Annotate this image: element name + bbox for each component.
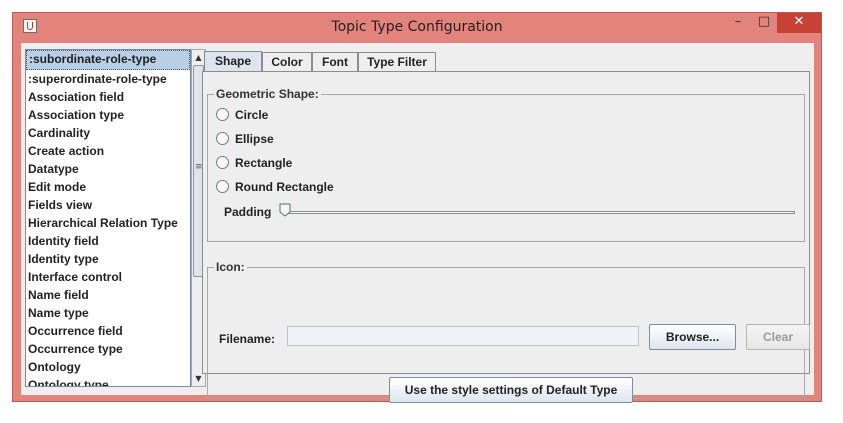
padding-slider-thumb[interactable] (279, 203, 291, 217)
radio-button-icon[interactable] (216, 108, 229, 122)
list-item[interactable]: Hierarchical Relation Type (26, 214, 190, 232)
list-item[interactable]: Association field (26, 88, 190, 106)
tab-font[interactable]: Font (312, 52, 358, 71)
radio-ellipse[interactable]: Ellipse (216, 131, 274, 149)
radio-round-rectangle[interactable]: Round Rectangle (216, 179, 334, 197)
list-item[interactable]: Identity field (26, 232, 190, 250)
radio-circle[interactable]: Circle (216, 107, 268, 125)
geometric-shape-group: Geometric Shape: Circle Ellipse Rectangl… (207, 87, 805, 242)
list-item[interactable]: :subordinate-role-type (26, 50, 190, 70)
grip-icon: ≡ (195, 162, 203, 172)
list-item[interactable]: Create action (26, 142, 190, 160)
list-item[interactable]: Edit mode (26, 178, 190, 196)
radio-rectangle[interactable]: Rectangle (216, 155, 292, 173)
dialog-content: :subordinate-role-type:superordinate-rol… (21, 43, 814, 403)
tab-type-filter[interactable]: Type Filter (358, 52, 436, 71)
list-item[interactable]: Identity type (26, 250, 190, 268)
list-item[interactable]: Name field (26, 286, 190, 304)
list-item[interactable]: Datatype (26, 160, 190, 178)
topic-type-list[interactable]: :subordinate-role-type:superordinate-rol… (25, 49, 191, 387)
tab-shape[interactable]: Shape (204, 51, 262, 72)
list-item[interactable]: Occurrence type (26, 340, 190, 358)
minimize-button[interactable]: – (725, 13, 751, 33)
radio-button-icon[interactable] (216, 156, 229, 170)
shape-tab-panel: Geometric Shape: Circle Ellipse Rectangl… (202, 71, 810, 399)
clear-button[interactable]: Clear (746, 324, 810, 350)
maximize-button[interactable]: □ (751, 13, 777, 33)
list-item[interactable]: Association type (26, 106, 190, 124)
radio-button-icon[interactable] (216, 132, 229, 146)
use-default-style-button[interactable]: Use the style settings of Default Type (389, 377, 633, 403)
list-item[interactable]: Ontology type (26, 376, 190, 386)
list-item[interactable]: Ontology (26, 358, 190, 376)
icon-group-title: Icon: (214, 260, 247, 274)
geometric-shape-title: Geometric Shape: (214, 87, 321, 101)
window-title: Topic Type Configuration (331, 19, 503, 35)
padding-label: Padding (224, 205, 272, 219)
filename-label: Filename: (219, 332, 276, 346)
list-item[interactable]: Interface control (26, 268, 190, 286)
list-item[interactable]: Cardinality (26, 124, 190, 142)
list-item[interactable]: Occurrence field (26, 322, 190, 340)
radio-button-icon[interactable] (216, 180, 229, 194)
list-item[interactable]: Name type (26, 304, 190, 322)
tab-color[interactable]: Color (262, 52, 312, 71)
filename-field[interactable] (287, 326, 639, 346)
browse-button[interactable]: Browse... (649, 324, 736, 350)
list-item[interactable]: :superordinate-role-type (26, 70, 190, 88)
title-bar[interactable]: Topic Type Configuration – □ ✕ (13, 13, 821, 43)
padding-slider-track[interactable] (283, 211, 795, 214)
close-button[interactable]: ✕ (777, 13, 821, 33)
app-window: Topic Type Configuration – □ ✕ :subordin… (12, 12, 822, 403)
list-item[interactable]: Fields view (26, 196, 190, 214)
